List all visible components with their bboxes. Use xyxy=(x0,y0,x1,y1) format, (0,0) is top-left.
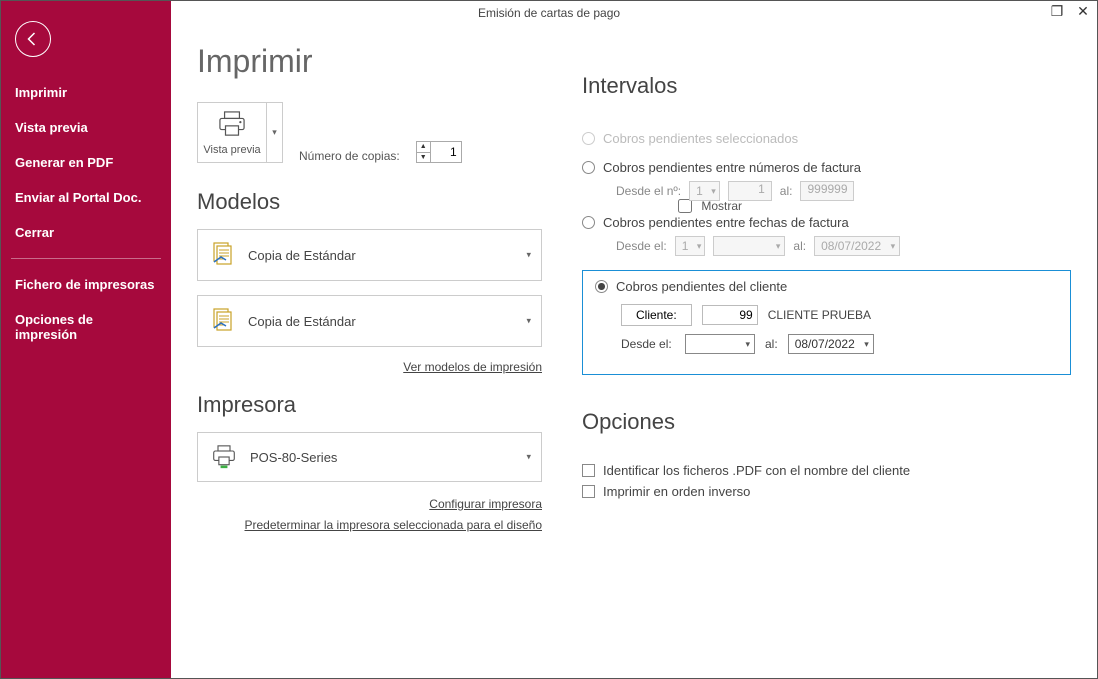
model-2-label: Copia de Estándar xyxy=(248,314,356,329)
vista-previa-label: Vista previa xyxy=(202,144,262,156)
maximize-button[interactable]: ❐ xyxy=(1049,3,1065,19)
copies-label: Número de copias: xyxy=(299,149,400,163)
chevron-down-icon: ▾ xyxy=(526,452,531,463)
intervalo-opt-4[interactable]: Cobros pendientes del cliente xyxy=(595,279,1058,294)
desde-label: Desde el: xyxy=(621,337,675,351)
cliente-name-label: CLIENTE PRUEBA xyxy=(768,308,871,322)
model-select-2[interactable]: Copia de Estándar ▾ xyxy=(197,295,542,347)
opcion-orden-inverso[interactable]: Imprimir en orden inverso xyxy=(582,484,1071,499)
sidebar-item-opciones-impresion[interactable]: Opciones de impresión xyxy=(1,302,171,352)
link-predeterminar-impresora[interactable]: Predeterminar la impresora seleccionada … xyxy=(245,518,543,532)
sidebar-item-fichero-impresoras[interactable]: Fichero de impresoras xyxy=(1,267,171,302)
arrow-left-icon xyxy=(24,30,42,48)
serie-date-from-dropdown[interactable]: 1 xyxy=(675,236,706,256)
printer-green-icon xyxy=(210,445,238,469)
intervalo-opt-3[interactable]: Cobros pendientes entre fechas de factur… xyxy=(582,215,1071,230)
intervalo-opt-1: Cobros pendientes seleccionados xyxy=(582,131,1071,146)
page-heading: Imprimir xyxy=(197,43,542,80)
window-title: Emisión de cartas de pago xyxy=(478,6,620,20)
chevron-down-icon: ▾ xyxy=(526,250,531,261)
sidebar-item-enviar-portal[interactable]: Enviar al Portal Doc. xyxy=(1,180,171,215)
sidebar-item-generar-pdf[interactable]: Generar en PDF xyxy=(1,145,171,180)
intervalos-heading: Intervalos xyxy=(582,73,1071,99)
radio-seleccionados xyxy=(582,132,595,145)
sidebar-item-imprimir[interactable]: Imprimir xyxy=(1,75,171,110)
printer-select[interactable]: POS-80-Series ▾ xyxy=(197,432,542,482)
opciones-heading: Opciones xyxy=(582,409,1071,435)
document-icon xyxy=(210,242,236,268)
num-from-input[interactable]: 1 xyxy=(728,181,772,201)
printer-icon xyxy=(217,111,247,137)
cliente-button[interactable]: Cliente: xyxy=(621,304,692,326)
radio-cliente[interactable] xyxy=(595,280,608,293)
al-label: al: xyxy=(765,337,778,351)
cliente-desde-input[interactable] xyxy=(685,334,755,354)
radio-entre-fechas[interactable] xyxy=(582,216,595,229)
link-ver-modelos[interactable]: Ver modelos de impresión xyxy=(403,360,542,374)
intervalo-opt-2[interactable]: Cobros pendientes entre números de factu… xyxy=(582,160,1071,175)
sidebar-item-cerrar[interactable]: Cerrar xyxy=(1,215,171,250)
intervalo-opt-2-sub: Desde el nº: 1 1 al: 999999 xyxy=(616,181,1071,201)
sidebar-item-vista-previa[interactable]: Vista previa xyxy=(1,110,171,145)
chevron-down-icon: ▾ xyxy=(272,127,277,138)
model-select-1[interactable]: Copia de Estándar ▾ xyxy=(197,229,542,281)
num-to-input[interactable]: 999999 xyxy=(800,181,854,201)
close-button[interactable]: ✕ xyxy=(1075,3,1091,19)
radio-entre-numeros[interactable] xyxy=(582,161,595,174)
printer-name-label: POS-80-Series xyxy=(250,450,337,465)
intervalo-opt-3-sub: Desde el: 1 al: 08/07/2022 xyxy=(616,236,1071,256)
copies-input[interactable] xyxy=(431,142,461,162)
main-area: Imprimir Vista previa ▾ Número de copias… xyxy=(171,25,1097,678)
impresora-heading: Impresora xyxy=(197,392,542,418)
vista-previa-dropdown[interactable]: ▾ xyxy=(266,103,282,162)
sidebar-separator xyxy=(11,258,161,259)
vista-previa-button[interactable]: Vista previa xyxy=(198,103,266,162)
left-column: Imprimir Vista previa ▾ Número de copias… xyxy=(197,43,542,678)
date-from-input[interactable] xyxy=(713,236,785,256)
cliente-num-input[interactable] xyxy=(702,305,758,325)
right-column: Intervalos Cobros pendientes seleccionad… xyxy=(582,43,1071,678)
document-icon xyxy=(210,308,236,334)
checkbox-orden-inverso[interactable] xyxy=(582,485,595,498)
spinner-up[interactable]: ▲ xyxy=(417,142,430,153)
link-configurar-impresora[interactable]: Configurar impresora xyxy=(429,497,542,511)
model-1-label: Copia de Estándar xyxy=(248,248,356,263)
sidebar: Imprimir Vista previa Generar en PDF Env… xyxy=(1,1,171,678)
intervalo-opt-4-box: Cobros pendientes del cliente Cliente: C… xyxy=(582,270,1071,375)
spinner-down[interactable]: ▼ xyxy=(417,153,430,163)
opcion-pdf-nombre[interactable]: Identificar los ficheros .PDF con el nom… xyxy=(582,463,1071,478)
modelos-heading: Modelos xyxy=(197,189,280,215)
copies-spinner[interactable]: ▲ ▼ xyxy=(416,141,462,163)
chevron-down-icon: ▾ xyxy=(526,316,531,327)
checkbox-pdf-nombre[interactable] xyxy=(582,464,595,477)
back-button[interactable] xyxy=(15,21,51,57)
cliente-hasta-input[interactable]: 08/07/2022 xyxy=(788,334,874,354)
vista-previa-block: Vista previa ▾ xyxy=(197,102,283,163)
serie-from-dropdown[interactable]: 1 xyxy=(689,181,720,201)
date-to-input[interactable]: 08/07/2022 xyxy=(814,236,900,256)
